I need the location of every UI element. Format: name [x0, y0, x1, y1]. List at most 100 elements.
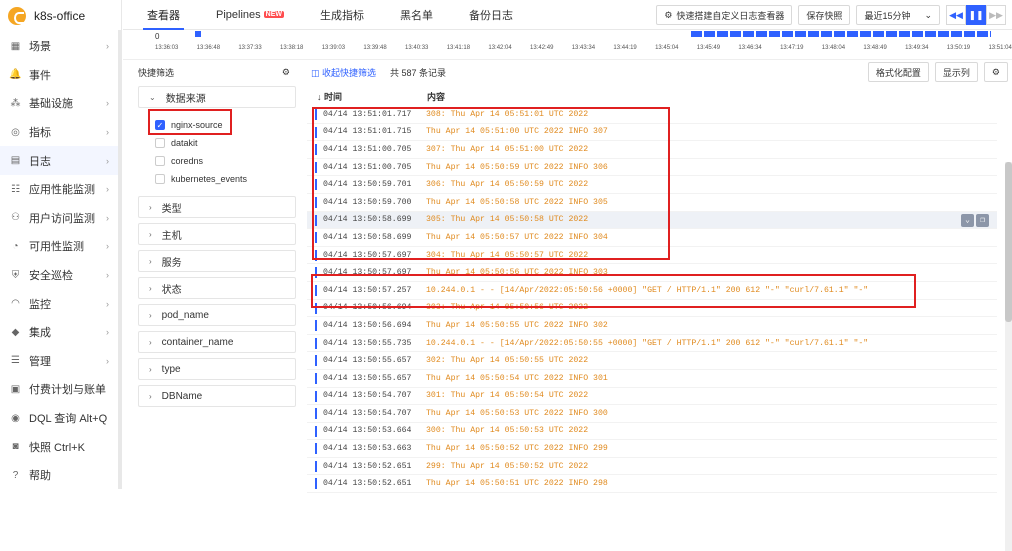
- histogram-tick: 13:39:03: [321, 45, 346, 51]
- billing-icon: ▣: [10, 383, 21, 395]
- table-row[interactable]: 04/14 13:50:52.651 299: Thu Apr 14 05:50:…: [307, 458, 997, 476]
- sidebar-item-label: 事件: [29, 69, 51, 82]
- log-content: Thu Apr 14 05:50:52 UTC 2022 INFO 299: [426, 444, 608, 454]
- log-histogram[interactable]: 0 13:36:03 13:36:48 13:37:33 13:38:18 13:39:…: [123, 30, 1012, 60]
- filter-group[interactable]: › DBName: [138, 385, 296, 407]
- tab-label: Pipelines: [216, 8, 261, 21]
- sidebar-scrollbar[interactable]: [118, 30, 122, 489]
- table-row[interactable]: 04/14 13:50:55.657 302: Thu Apr 14 05:50:…: [307, 352, 997, 370]
- checkbox[interactable]: [155, 138, 165, 148]
- filter-group[interactable]: › type: [138, 358, 296, 380]
- table-row[interactable]: 04/14 13:50:52.651 Thu Apr 14 05:50:51 UT…: [307, 475, 997, 494]
- filter-group-label: DBName: [161, 390, 203, 402]
- chevron-down-icon: ⌄: [149, 92, 156, 102]
- filter-group[interactable]: › 主机: [138, 223, 296, 245]
- sidebar-item[interactable]: ◉ DQL 查询 Alt+Q: [0, 404, 121, 433]
- collapse-quick-filter-link[interactable]: ◫ 收起快捷筛选: [311, 66, 376, 79]
- filter-group[interactable]: › 服务: [138, 250, 296, 272]
- histogram-bars-recent: [691, 31, 991, 37]
- sidebar-item[interactable]: ◙ 快照 Ctrl+K: [0, 432, 121, 461]
- filter-group[interactable]: › 类型: [138, 196, 296, 218]
- data-source-option[interactable]: coredns: [155, 152, 296, 170]
- filter-group[interactable]: › 状态: [138, 277, 296, 299]
- sidebar-item[interactable]: 🔔 事件: [0, 61, 121, 90]
- histogram-tick: 13:36:48: [196, 45, 221, 51]
- log-time: 04/14 13:50:54.707: [323, 408, 412, 418]
- tab[interactable]: 生成指标: [302, 0, 382, 30]
- histogram-tick: 13:38:18: [280, 45, 304, 51]
- chevron-right-icon: ›: [149, 364, 152, 374]
- chevron-right-icon: ›: [149, 283, 152, 293]
- new-badge: NEW: [263, 11, 284, 18]
- filter-group[interactable]: › pod_name: [138, 304, 296, 326]
- histogram-tick: 13:45:04: [655, 45, 679, 51]
- copy-icon[interactable]: ❐: [976, 213, 989, 227]
- table-row[interactable]: 04/14 13:50:56.694 Thu Apr 14 05:50:55 UT…: [307, 317, 997, 335]
- sidebar-item[interactable]: ☷ 应用性能监测 ›: [0, 175, 121, 204]
- histogram-tick: 13:42:49: [530, 45, 554, 51]
- scroll-thumb[interactable]: [1005, 162, 1012, 322]
- tab[interactable]: 黑名单: [382, 0, 451, 30]
- filter-group-label: 主机: [161, 230, 182, 242]
- log-content: 299: Thu Apr 14 05:50:52 UTC 2022: [426, 461, 589, 471]
- filter-group[interactable]: › container_name: [138, 331, 296, 353]
- filter-group-label: 服务: [161, 257, 182, 269]
- table-row[interactable]: 04/14 13:50:53.663 Thu Apr 14 05:50:52 UT…: [307, 440, 997, 458]
- highlight-box: [312, 107, 670, 260]
- sidebar-item[interactable]: ▦ 场景 ›: [0, 32, 121, 61]
- settings-icon[interactable]: ⚙: [983, 62, 1008, 82]
- monitor-icon: ◠: [11, 298, 20, 310]
- log-content: 10.244.0.1 - - [14/Apr/2022:05:50:55 +00…: [426, 338, 869, 348]
- log-content: Thu Apr 14 05:50:54 UTC 2022 INFO 301: [426, 373, 608, 383]
- sidebar-item[interactable]: ▤ 日志 ›: [0, 146, 121, 175]
- table-row[interactable]: 04/14 13:50:54.707 Thu Apr 14 05:50:53 UT…: [307, 405, 997, 423]
- integration-icon: ◆: [11, 326, 20, 338]
- custom-viewer-button[interactable]: ⚙ 快速搭建自定义日志查看器: [656, 5, 793, 25]
- workspace-header[interactable]: k8s-office: [0, 0, 121, 32]
- checkbox[interactable]: [155, 174, 165, 184]
- tab[interactable]: 备份日志: [451, 0, 531, 30]
- gear-icon[interactable]: ⚙: [282, 67, 290, 78]
- display-columns-button[interactable]: 显示列: [934, 62, 978, 82]
- sidebar-item[interactable]: ◠ 监控 ›: [0, 289, 121, 318]
- time-range-select[interactable]: 最近15分钟 ⌄: [856, 5, 940, 25]
- chevron-down-icon[interactable]: ⌄: [961, 213, 974, 227]
- histogram-bar: [195, 31, 201, 37]
- table-row[interactable]: 04/14 13:50:53.664 300: Thu Apr 14 05:50:…: [307, 423, 997, 441]
- format-config-button[interactable]: 格式化配置: [867, 62, 929, 82]
- filter-group-data-source[interactable]: ⌄ 数据来源: [138, 86, 296, 108]
- sidebar-item[interactable]: ⚇ 用户访问监测 ›: [0, 204, 121, 233]
- filter-group-label: 数据来源: [165, 93, 206, 105]
- sidebar-nav: ▦ 场景 › 🔔 事件 ⁂ 基础设施 › ◎ 指标 › ▤ 日志 › ☷ 应用性能监测 › ⚇ 用户访问监测 › ◔ 可用…: [0, 32, 121, 490]
- sidebar-item[interactable]: ▣ 付费计划与账单: [0, 375, 121, 404]
- sidebar-item-label: 帮助: [29, 470, 51, 483]
- rewind-button[interactable]: ◀◀: [946, 5, 966, 25]
- log-time: 04/14 13:50:52.651: [323, 461, 412, 471]
- data-source-option[interactable]: datakit: [155, 134, 296, 152]
- sidebar-item[interactable]: ⁂ 基础设施 ›: [0, 89, 121, 118]
- column-time[interactable]: ↓ 时间: [307, 90, 427, 103]
- sidebar-item[interactable]: ◎ 指标 ›: [0, 118, 121, 147]
- sidebar-item[interactable]: ◔ 可用性监测 ›: [0, 232, 121, 261]
- tab[interactable]: Pipelines NEW: [198, 0, 302, 30]
- camera-icon: ◙: [12, 441, 19, 453]
- histogram-y-label: 0: [155, 32, 160, 41]
- chevron-right-icon: ›: [149, 256, 152, 266]
- table-row[interactable]: 04/14 13:50:54.707 301: Thu Apr 14 05:50:…: [307, 388, 997, 406]
- save-snapshot-button[interactable]: 保存快照: [798, 5, 851, 25]
- sidebar-item[interactable]: ⛨ 安全巡检 ›: [0, 261, 121, 290]
- table-row[interactable]: 04/14 13:50:55.657 Thu Apr 14 05:50:54 UT…: [307, 370, 997, 388]
- tab[interactable]: 查看器: [129, 0, 198, 30]
- checkbox[interactable]: [155, 156, 165, 166]
- sidebar-item[interactable]: ◆ 集成 ›: [0, 318, 121, 347]
- log-time: 04/14 13:50:55.735: [323, 338, 412, 348]
- table-row[interactable]: 04/14 13:50:55.735 10.244.0.1 - - [14/Apr…: [307, 335, 997, 353]
- sidebar-item[interactable]: ☰ 管理 ›: [0, 347, 121, 376]
- pause-button[interactable]: ❚❚: [966, 5, 986, 25]
- data-source-option[interactable]: kubernetes_events: [155, 170, 296, 188]
- forward-button[interactable]: ▶▶: [986, 5, 1006, 25]
- custom-viewer-label: 快速搭建自定义日志查看器: [676, 10, 785, 21]
- data-source-name: datakit: [171, 138, 198, 148]
- sidebar-item[interactable]: ? 帮助: [0, 461, 121, 490]
- log-scrollbar[interactable]: [1005, 162, 1012, 551]
